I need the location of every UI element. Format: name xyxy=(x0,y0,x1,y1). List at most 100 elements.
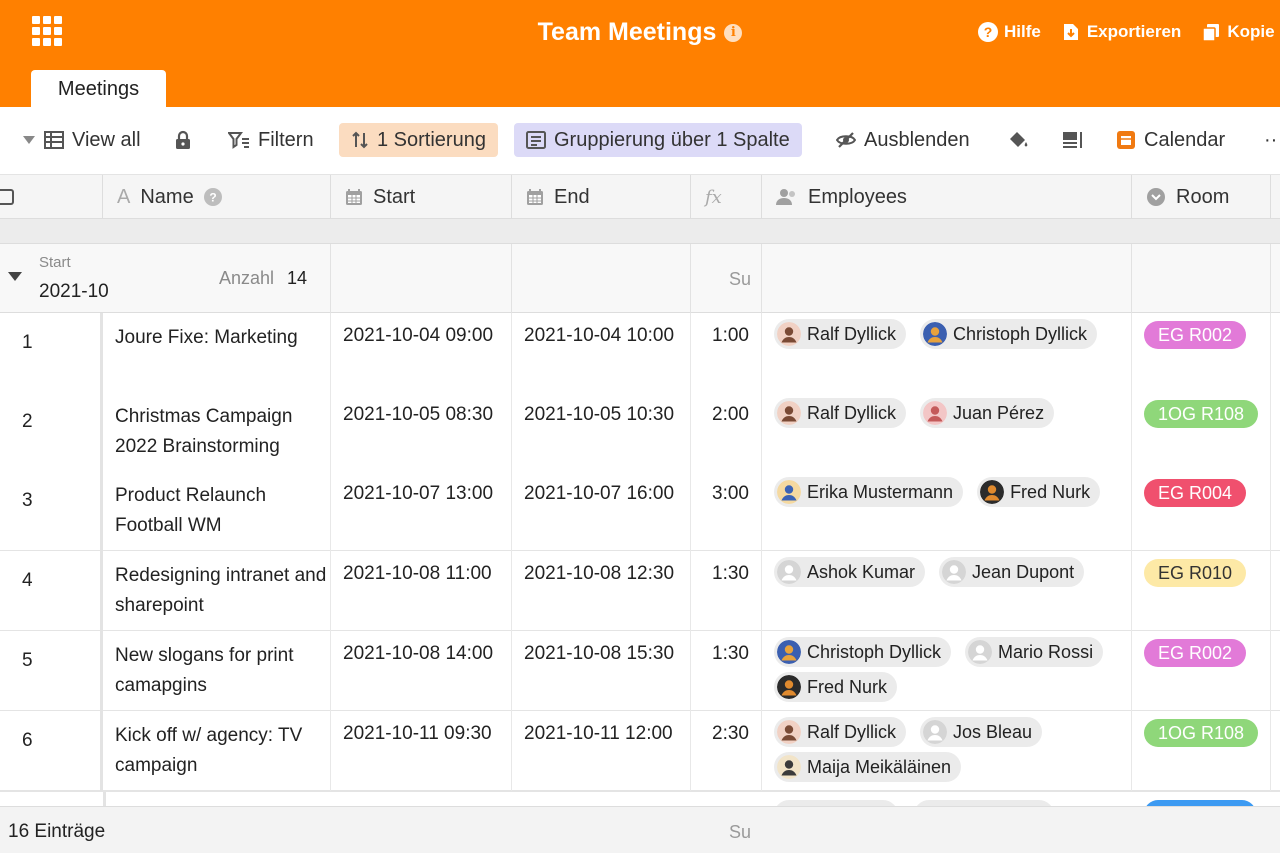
cell-room[interactable]: EG R002 xyxy=(1132,313,1271,393)
base-title[interactable]: Team Meetings xyxy=(538,18,717,46)
employee-chip[interactable]: Maija Meikäläinen xyxy=(774,752,962,782)
employee-list: Ralf Dyllick Juan Pérez xyxy=(774,398,1114,428)
row-color-button[interactable] xyxy=(1007,123,1029,157)
employee-chip[interactable]: Jean Dupont xyxy=(939,557,1085,587)
cell-start[interactable]: 2021-10-07 13:00 xyxy=(331,471,512,551)
row-index[interactable]: 1 xyxy=(0,313,103,393)
filter-button[interactable]: Filtern xyxy=(228,123,314,157)
cell-end[interactable]: 2021-10-08 12:30 xyxy=(512,551,691,631)
group-count-label: Anzahl xyxy=(219,268,275,288)
row-index[interactable]: 2 xyxy=(0,392,103,472)
employee-chip[interactable]: Ralf Dyllick xyxy=(774,398,907,428)
group-summary[interactable]: Su xyxy=(729,269,751,290)
table-row[interactable]: 6 Kick off w/ agency: TV campaign 2021-10-… xyxy=(0,711,1280,791)
cell-start[interactable]: 2021-10-05 08:30 xyxy=(331,392,512,472)
table-row[interactable]: 4 Redesigning intranet and sharepoint 2021… xyxy=(0,551,1280,631)
export-icon xyxy=(1063,24,1078,40)
calendar-plugin-button[interactable]: Calendar xyxy=(1116,123,1225,157)
cell-room[interactable]: EG R002 xyxy=(1132,631,1271,711)
employee-chip[interactable]: Fred Nurk xyxy=(774,672,898,702)
more-button[interactable]: ·· xyxy=(1264,123,1277,157)
cell-name[interactable]: New slogans for print camapgins xyxy=(103,631,331,711)
cell-start[interactable]: 2021-10-08 11:00 xyxy=(331,551,512,631)
table-row[interactable]: 1 Joure Fixe: Marketing 2021-10-04 09:00 20… xyxy=(0,313,1280,393)
cell-employees[interactable]: Ralf Dyllick Christoph Dyllick xyxy=(762,313,1132,393)
employee-chip[interactable]: Christoph Dyllick xyxy=(920,319,1098,349)
employee-chip[interactable]: Ashok Kumar xyxy=(774,557,926,587)
cell-end[interactable]: 2021-10-05 10:30 xyxy=(512,392,691,472)
group-button[interactable]: Gruppierung über 1 Spalte xyxy=(514,123,802,157)
cell-employees[interactable]: Ashok Kumar Jean Dupont xyxy=(762,551,1132,631)
view-selector[interactable]: View all xyxy=(22,123,141,157)
cell-end[interactable]: 2021-10-08 15:30 xyxy=(512,631,691,711)
help-circle-icon[interactable]: ? xyxy=(203,188,222,206)
cell-end[interactable]: 2021-10-04 10:00 xyxy=(512,313,691,393)
start-text: 2021-10-07 13:00 xyxy=(331,483,511,505)
cell-start[interactable]: 2021-10-08 14:00 xyxy=(331,631,512,711)
employee-chip[interactable]: Juan Pérez xyxy=(920,398,1055,428)
row-index[interactable]: 6 xyxy=(0,711,103,791)
export-button[interactable]: Exportieren xyxy=(1061,22,1181,42)
cell-employees[interactable]: Ralf Dyllick Juan Pérez xyxy=(762,392,1132,472)
employee-chip[interactable]: Mario Rossi xyxy=(965,637,1104,667)
employee-chip[interactable]: Ralf Dyllick xyxy=(774,319,907,349)
cell-room[interactable]: 1OG R108 xyxy=(1132,392,1271,472)
cell-name[interactable]: Product Relaunch Football WM xyxy=(103,471,331,551)
cell-name[interactable]: Redesigning intranet and sharepoint xyxy=(103,551,331,631)
column-header-employees[interactable]: Employees xyxy=(762,175,1132,219)
row-index[interactable]: 3 xyxy=(0,471,103,551)
lock-button[interactable] xyxy=(174,123,192,157)
table-row[interactable]: 3 Product Relaunch Football WM 2021-10-07 … xyxy=(0,471,1280,551)
cell-duration[interactable]: 1:30 xyxy=(691,631,762,711)
cell-duration[interactable]: 1:30 xyxy=(691,551,762,631)
sort-button[interactable]: 1 Sortierung xyxy=(339,123,498,157)
cell-room[interactable]: EG R010 xyxy=(1132,551,1271,631)
column-header-end[interactable]: End xyxy=(512,175,691,219)
column-header-formula[interactable]: fx xyxy=(691,175,762,219)
cell-end[interactable]: 2021-10-11 12:00 xyxy=(512,711,691,791)
cell-name[interactable]: Kick off w/ agency: TV campaign xyxy=(103,711,331,791)
copy-button[interactable]: Kopie xyxy=(1201,22,1275,42)
help-button[interactable]: ? Hilfe xyxy=(978,22,1041,42)
group-header-row[interactable]: Start 2021-10 Anzahl 14 Su xyxy=(0,244,1280,313)
cell-name[interactable]: Joure Fixe: Marketing xyxy=(103,313,331,393)
cell-duration[interactable]: 1:00 xyxy=(691,313,762,393)
cell-duration[interactable]: 3:00 xyxy=(691,471,762,551)
collapse-caret-icon[interactable] xyxy=(8,272,22,281)
hide-columns-button[interactable]: Ausblenden xyxy=(836,123,970,157)
cell-employees[interactable]: Christoph Dyllick Mario Rossi Fred Nurk xyxy=(762,631,1132,711)
cell-room[interactable]: EG R004 xyxy=(1132,471,1271,551)
footer-summary[interactable]: Su xyxy=(729,822,751,843)
help-icon: ? xyxy=(978,22,998,42)
start-value: 2021-10-08 14:00 xyxy=(343,643,494,664)
table-row[interactable]: 5 New slogans for print camapgins 2021-10-… xyxy=(0,631,1280,711)
cell-duration[interactable]: 2:00 xyxy=(691,392,762,472)
cell-employees[interactable]: Ralf Dyllick Jos Bleau Maija Meikäläinen xyxy=(762,711,1132,791)
end-value: 2021-10-11 12:00 xyxy=(524,723,673,744)
avatar xyxy=(923,720,948,744)
column-header-room[interactable]: Room xyxy=(1132,175,1271,219)
employee-chip[interactable]: Erika Mustermann xyxy=(774,477,964,507)
table-row[interactable]: 2 Christmas Campaign 2022 Brainstorming 20… xyxy=(0,392,1280,472)
row-index[interactable]: 4 xyxy=(0,551,103,631)
row-index[interactable]: 5 xyxy=(0,631,103,711)
cell-start[interactable]: 2021-10-11 09:30 xyxy=(331,711,512,791)
tab-meetings[interactable]: Meetings xyxy=(31,70,166,107)
select-all-checkbox[interactable] xyxy=(0,189,14,205)
cell-start[interactable]: 2021-10-04 09:00 xyxy=(331,313,512,393)
employee-chip[interactable]: Christoph Dyllick xyxy=(774,637,952,667)
row-height-button[interactable] xyxy=(1062,123,1084,157)
group-field-label: Start xyxy=(39,254,71,271)
cell-end[interactable]: 2021-10-07 16:00 xyxy=(512,471,691,551)
employee-chip[interactable]: Jos Bleau xyxy=(920,717,1043,747)
cell-room[interactable]: 1OG R108 xyxy=(1132,711,1271,791)
column-header-name[interactable]: A Name ? xyxy=(103,175,331,219)
column-header-start[interactable]: Start xyxy=(331,175,512,219)
start-value: 2021-10-05 08:30 xyxy=(343,404,494,425)
cell-duration[interactable]: 2:30 xyxy=(691,711,762,791)
cell-name[interactable]: Christmas Campaign 2022 Brainstorming xyxy=(103,392,331,472)
info-icon[interactable]: i xyxy=(724,23,743,42)
employee-chip[interactable]: Fred Nurk xyxy=(977,477,1101,507)
employee-chip[interactable]: Ralf Dyllick xyxy=(774,717,907,747)
cell-employees[interactable]: Erika Mustermann Fred Nurk xyxy=(762,471,1132,551)
